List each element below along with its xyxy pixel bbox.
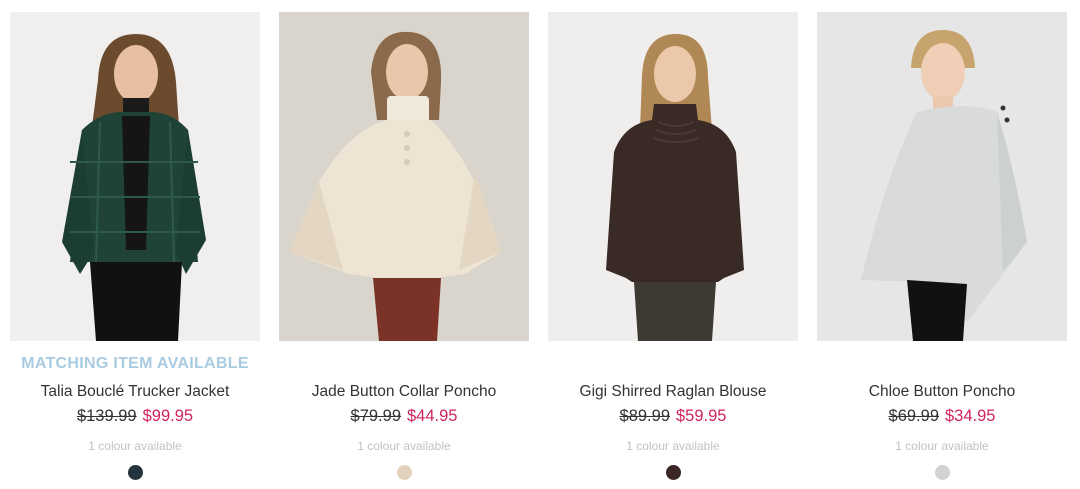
product-card: Jade Button Collar Poncho $79.99 $44.95 1… [279,12,529,489]
product-name[interactable]: Gigi Shirred Raglan Blouse [548,383,798,401]
product-price: $89.99 $59.95 [548,407,798,426]
product-price: $139.99 $99.95 [10,407,260,426]
product-image[interactable] [817,12,1067,341]
product-card: Chloe Button Poncho $69.99 $34.95 1 colou… [817,12,1067,489]
product-price: $69.99 $34.95 [817,407,1067,426]
colour-swatch[interactable] [935,465,950,480]
product-card: Gigi Shirred Raglan Blouse $89.99 $59.95 … [548,12,798,489]
product-price: $79.99 $44.95 [279,407,529,426]
colour-swatch[interactable] [128,465,143,480]
colour-swatch[interactable] [666,465,681,480]
product-name[interactable]: Talia Bouclé Trucker Jacket [10,383,260,401]
original-price: $69.99 [888,407,939,425]
sale-price: $44.95 [407,407,458,425]
sale-price: $99.95 [142,407,194,425]
matching-item-badge: MATCHING ITEM AVAILABLE [21,355,249,372]
product-name[interactable]: Jade Button Collar Poncho [279,383,529,401]
original-price: $79.99 [350,407,401,425]
product-image[interactable] [548,12,798,341]
product-image[interactable] [279,12,529,341]
colour-count: 1 colour available [626,439,720,453]
sale-price: $59.95 [676,407,727,425]
product-image[interactable] [10,12,260,341]
colour-count: 1 colour available [357,439,451,453]
product-grid: MATCHING ITEM AVAILABLE Talia Bouclé Tru… [0,0,1080,489]
original-price: $89.99 [619,407,670,425]
colour-swatch[interactable] [397,465,412,480]
original-price: $139.99 [76,407,137,425]
product-card: MATCHING ITEM AVAILABLE Talia Bouclé Tru… [10,12,260,489]
product-name[interactable]: Chloe Button Poncho [817,383,1067,401]
colour-count: 1 colour available [895,439,989,453]
colour-count: 1 colour available [88,439,182,453]
sale-price: $34.95 [945,407,996,425]
